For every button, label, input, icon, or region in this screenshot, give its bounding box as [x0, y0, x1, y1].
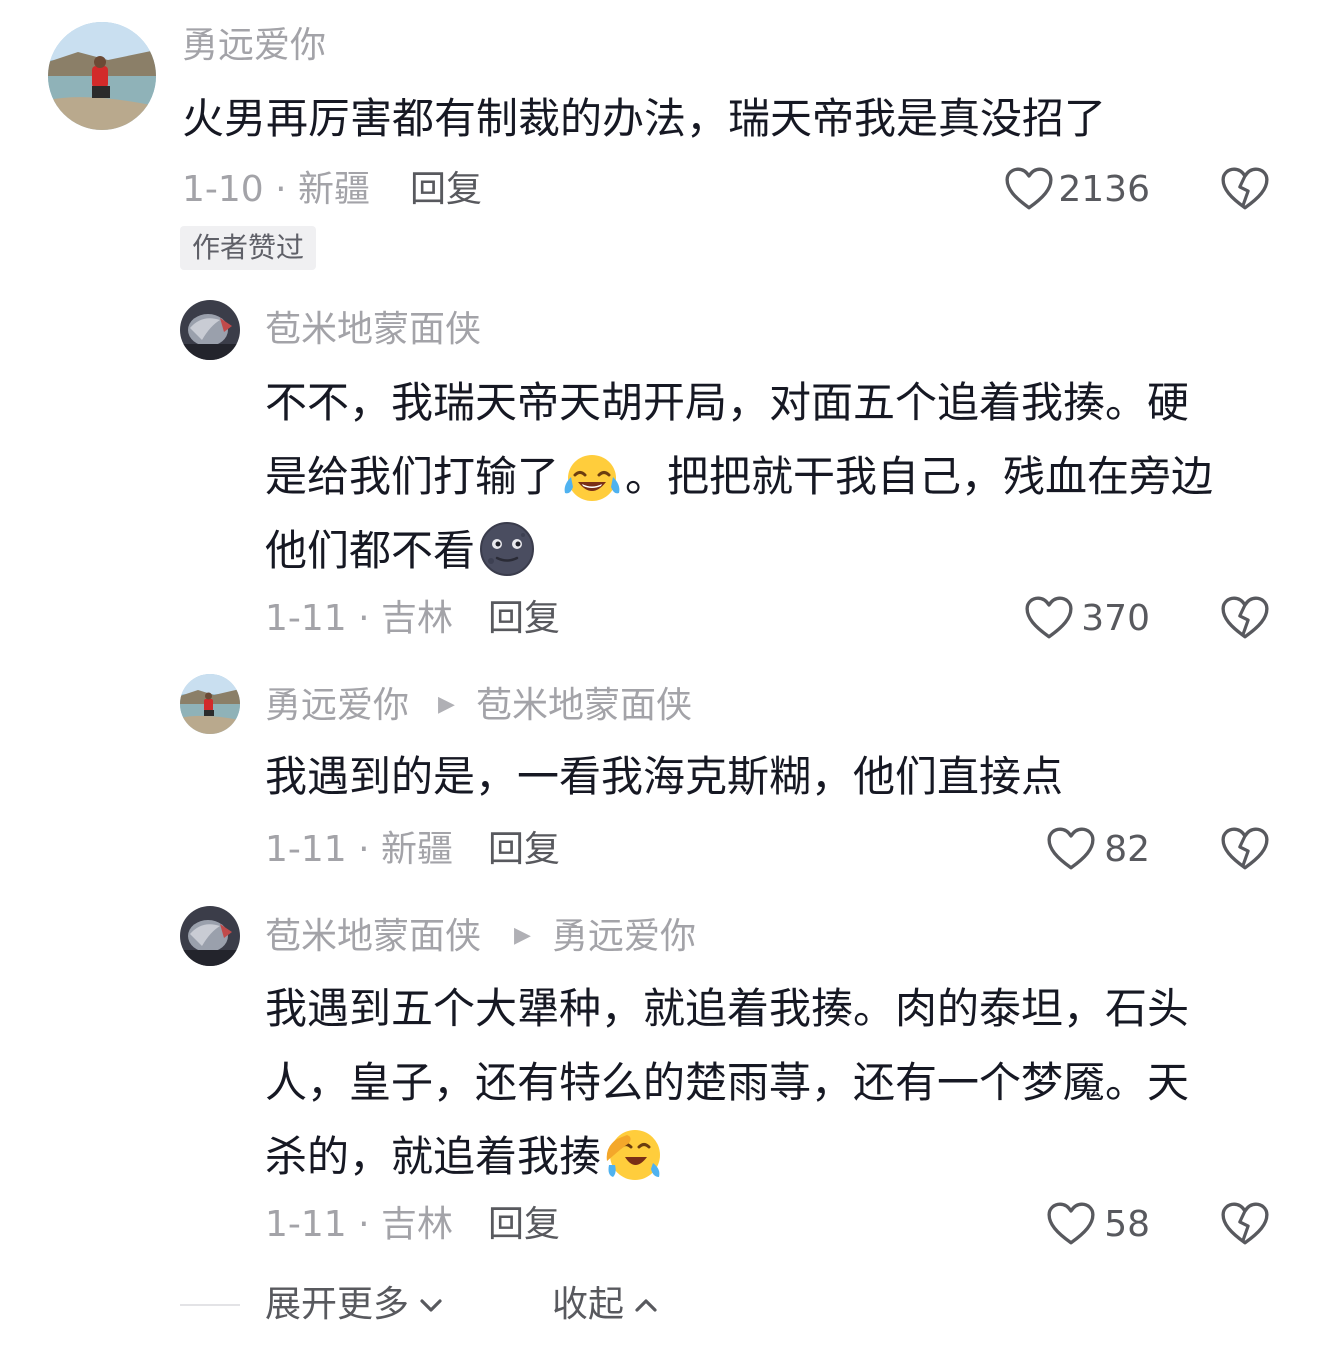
comment-text: 我遇到的是，一看我海克斯糊，他们直接点 [265, 752, 1064, 801]
comment-text-line: 杀的，就追着我揍 [265, 1120, 667, 1206]
avatar[interactable] [48, 22, 156, 130]
comment-meta: 1-11 · 新疆 [265, 829, 454, 870]
divider-line [180, 1304, 240, 1306]
comment-meta: 1-10 · 新疆 [182, 169, 371, 210]
comment-text-line: 他们都不看 [265, 514, 539, 600]
dislike-button[interactable] [1220, 166, 1270, 212]
broken-heart-icon [1220, 1201, 1270, 1247]
avatar[interactable] [180, 674, 240, 734]
reply-button[interactable]: 回复 [488, 832, 560, 868]
reply-button[interactable]: 回复 [488, 1207, 560, 1243]
comment-author[interactable]: 勇远爱你 [265, 688, 409, 724]
comment-text-segment: 。把把就干我自己，残血在旁边 [625, 452, 1214, 501]
comment-meta: 1-11 · 吉林 [265, 1204, 454, 1245]
collapse-label: 收起 [552, 1284, 625, 1325]
author-liked-badge: 作者赞过 [180, 226, 317, 270]
comment-text-segment: 是给我们打输了 [265, 452, 560, 501]
reply-to-author[interactable]: 苞米地蒙面侠 [476, 688, 692, 724]
comment-text-line: 我遇到五个大犟种，就追着我揍。肉的泰坦，石头 [265, 984, 1190, 1033]
avatar[interactable] [180, 906, 240, 966]
dislike-button[interactable] [1220, 1201, 1270, 1247]
like-count: 2136 [1058, 169, 1150, 210]
dislike-button[interactable] [1220, 595, 1270, 641]
expand-more-button[interactable]: 展开更多 [265, 1287, 445, 1323]
comment-text-segment: 杀的，就追着我揍 [265, 1132, 602, 1181]
comment-meta: 1-11 · 吉林 [265, 598, 454, 639]
reply-to-author[interactable]: 勇远爱你 [552, 919, 696, 955]
broken-heart-icon [1220, 826, 1270, 872]
comment-author[interactable]: 苞米地蒙面侠 [265, 919, 481, 955]
like-count: 370 [1081, 598, 1150, 639]
face-with-tears-of-joy-emoji [561, 451, 623, 526]
dislike-button[interactable] [1220, 826, 1270, 872]
chevron-down-icon [420, 1299, 442, 1312]
comment-text-segment: 他们都不看 [265, 526, 476, 575]
reply-button[interactable]: 回复 [488, 601, 560, 637]
new-moon-face-emoji [477, 521, 537, 600]
comment-author[interactable]: 勇远爱你 [182, 28, 326, 64]
collapse-button[interactable]: 收起 [552, 1287, 660, 1323]
expand-more-label: 展开更多 [265, 1284, 410, 1325]
play-triangle-icon: ▶ [438, 692, 455, 717]
face-with-hand-over-mouth-emoji [603, 1125, 665, 1206]
like-count: 58 [1104, 1204, 1150, 1245]
avatar[interactable] [180, 300, 240, 360]
play-triangle-icon: ▶ [514, 923, 531, 948]
reply-button[interactable]: 回复 [410, 172, 482, 208]
broken-heart-icon [1220, 595, 1270, 641]
comment-text: 火男再厉害都有制裁的办法，瑞天帝我是真没招了 [182, 94, 1107, 143]
like-count: 82 [1104, 829, 1150, 870]
comment-author[interactable]: 苞米地蒙面侠 [265, 312, 481, 348]
chevron-up-icon [635, 1299, 657, 1312]
comment-text-line: 不不，我瑞天帝天胡开局，对面五个追着我揍。硬 [265, 378, 1190, 427]
comment-text-line: 人，皇子，还有特么的楚雨荨，还有一个梦魇。天 [265, 1058, 1190, 1107]
broken-heart-icon [1220, 166, 1270, 212]
